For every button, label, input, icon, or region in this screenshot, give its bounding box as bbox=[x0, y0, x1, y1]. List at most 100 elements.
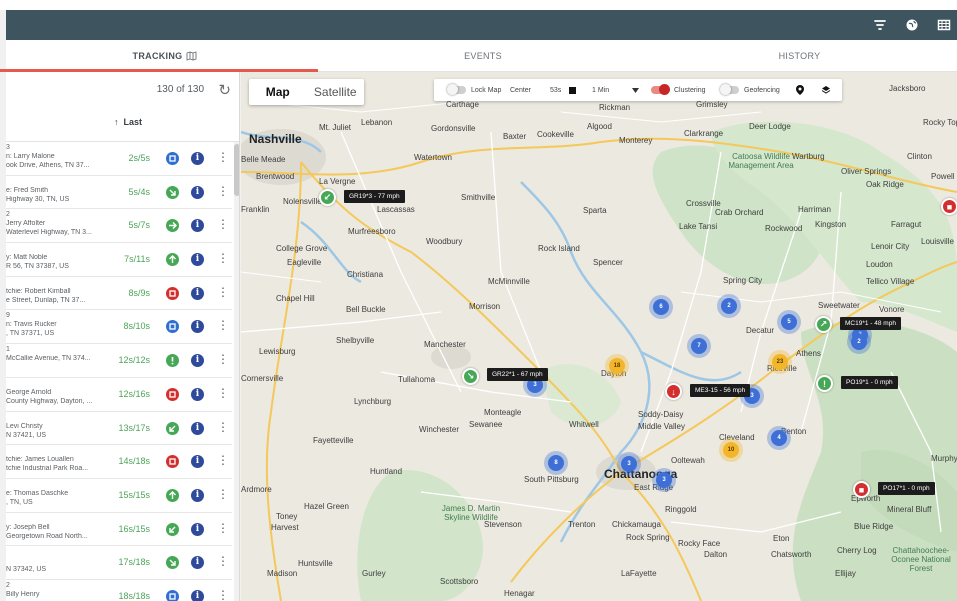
status-red-square-icon bbox=[166, 455, 179, 469]
info-icon[interactable]: i bbox=[191, 152, 204, 165]
map-cluster-marker[interactable]: 10 bbox=[723, 442, 739, 458]
grid-icon[interactable] bbox=[936, 17, 952, 33]
map-cluster-marker[interactable]: 7 bbox=[691, 338, 707, 354]
more-vertical-icon[interactable]: ⋮ bbox=[217, 521, 229, 535]
status-green-down-right-icon bbox=[166, 185, 179, 199]
vehicle-row[interactable]: 3 n: Larry Malone ook Drive, Athens, TN 37… bbox=[6, 142, 232, 176]
vehicle-address: tchie Industrial Park Roa... bbox=[6, 465, 89, 473]
more-vertical-icon[interactable]: ⋮ bbox=[217, 184, 229, 198]
vehicle-row[interactable]: tchie: Robert Kimball e Street, Dunlap, T… bbox=[6, 277, 232, 311]
map-cluster-marker[interactable]: 3 bbox=[621, 456, 637, 472]
info-icon[interactable]: i bbox=[191, 522, 204, 536]
map-place-label: Shelbyville bbox=[336, 336, 375, 345]
vehicle-row[interactable]: 2 Jerry Affolter Waterlevel Highway, TN 3.… bbox=[6, 209, 232, 244]
scrollbar-thumb[interactable] bbox=[234, 144, 239, 196]
info-icon[interactable]: i bbox=[191, 253, 204, 267]
status-green-up-icon bbox=[166, 253, 179, 267]
clustering-toggle[interactable] bbox=[651, 84, 670, 95]
vehicle-marker[interactable]: ↙ bbox=[319, 189, 336, 206]
refresh-icon[interactable]: ↻ bbox=[218, 81, 231, 99]
info-icon[interactable]: i bbox=[191, 455, 204, 469]
vehicle-row[interactable]: y: Matt Noble R 56, TN 37387, US 7s/11s i ⋮ bbox=[6, 243, 232, 277]
center-button[interactable]: Center bbox=[510, 79, 531, 101]
map-cluster-marker[interactable]: 6 bbox=[653, 299, 669, 315]
info-icon[interactable]: i bbox=[191, 354, 204, 368]
more-vertical-icon[interactable]: ⋮ bbox=[217, 318, 229, 332]
info-icon[interactable]: i bbox=[191, 219, 204, 233]
info-icon[interactable]: i bbox=[191, 589, 204, 601]
info-icon[interactable]: i bbox=[191, 387, 204, 401]
info-icon[interactable]: i bbox=[191, 286, 204, 300]
map-view[interactable]: Nashville Mt. Juliet Lebanon Carthage Gordon… bbox=[241, 72, 957, 601]
more-vertical-icon[interactable]: ⋮ bbox=[217, 588, 229, 601]
vehicle-row[interactable]: e: Thomas Daschke, TN, US 15s/15s i ⋮ bbox=[6, 479, 232, 513]
vehicle-marker[interactable]: ! bbox=[816, 375, 833, 392]
vehicle-id: 1 bbox=[6, 346, 10, 354]
map-place-label: Lewisburg bbox=[259, 347, 296, 356]
map-cluster-marker[interactable]: 2 bbox=[851, 334, 867, 350]
map-type-satellite-button[interactable]: Satellite bbox=[307, 79, 365, 105]
vehicle-marker[interactable]: ↓ bbox=[665, 383, 682, 400]
filter-icon[interactable] bbox=[872, 17, 888, 33]
vehicle-row[interactable]: y: Joseph Bell Georgetown Road North... 16… bbox=[6, 513, 232, 547]
map-cluster-marker[interactable]: 2 bbox=[721, 298, 737, 314]
vehicle-marker[interactable]: ■ bbox=[941, 198, 957, 215]
sort-header-last[interactable]: ↑ Last bbox=[114, 117, 142, 127]
vehicle-row[interactable]: e: Fred Smith Highway 30, TN, US 5s/4s i ⋮ bbox=[6, 176, 232, 210]
vehicle-row[interactable]: tchie: James Louallen tchie Industrial Pa… bbox=[6, 445, 232, 479]
vehicle-address: N 37421, US bbox=[6, 431, 47, 439]
vehicle-row[interactable]: 1 McCallie Avenue, TN 374... 12s/12s i ⋮ bbox=[6, 344, 232, 378]
vehicle-row[interactable]: N 37342, US 17s/18s i ⋮ bbox=[6, 546, 232, 580]
tab-tracking[interactable]: TRACKING bbox=[6, 40, 324, 72]
more-vertical-icon[interactable]: ⋮ bbox=[217, 217, 229, 231]
more-vertical-icon[interactable]: ⋮ bbox=[217, 251, 229, 265]
vehicle-row[interactable]: George Arnold County Highway, Dayton, ...… bbox=[6, 378, 232, 412]
map-place-label: Chickamauga bbox=[612, 520, 661, 529]
map-cluster-marker[interactable]: 4 bbox=[771, 430, 787, 446]
map-place-label: Oliver Springs bbox=[841, 167, 892, 176]
interval-select[interactable]: 1 Min bbox=[592, 79, 609, 101]
map-place-label: Lebanon bbox=[361, 118, 393, 127]
more-vertical-icon[interactable]: ⋮ bbox=[217, 554, 229, 568]
vehicle-row[interactable]: Levi Christy N 37421, US 13s/17s i ⋮ bbox=[6, 412, 232, 446]
map-place-label: Fayetteville bbox=[313, 436, 354, 445]
more-vertical-icon[interactable]: ⋮ bbox=[217, 420, 229, 434]
info-icon[interactable]: i bbox=[191, 320, 204, 334]
more-vertical-icon[interactable]: ⋮ bbox=[217, 386, 229, 400]
vehicle-row[interactable]: 9 n: Travis Rucker, TN 37371, US 8s/10s i ⋮ bbox=[6, 310, 232, 345]
map-place-label: Rock Spring bbox=[626, 533, 670, 542]
chevron-down-icon[interactable] bbox=[632, 79, 639, 101]
list-scrollbar[interactable] bbox=[234, 142, 239, 601]
tab-bar: TRACKING EVENTS HISTORY bbox=[6, 40, 957, 72]
more-vertical-icon[interactable]: ⋮ bbox=[217, 487, 229, 501]
vehicle-marker[interactable]: ↗ bbox=[815, 316, 832, 333]
map-cluster-marker[interactable]: 18 bbox=[609, 358, 625, 374]
more-vertical-icon[interactable]: ⋮ bbox=[217, 285, 229, 299]
more-vertical-icon[interactable]: ⋮ bbox=[217, 453, 229, 467]
info-icon[interactable]: i bbox=[191, 421, 204, 435]
globe-icon[interactable] bbox=[904, 17, 920, 33]
more-vertical-icon[interactable]: ⋮ bbox=[217, 352, 229, 366]
info-icon[interactable]: i bbox=[191, 556, 204, 570]
map-place-label: Crab Orchard bbox=[715, 208, 764, 217]
map-cluster-marker[interactable]: 8 bbox=[548, 455, 564, 471]
map-place-label: Wartburg bbox=[792, 152, 825, 161]
map-place-label: Eton bbox=[773, 534, 790, 543]
info-icon[interactable]: i bbox=[191, 488, 204, 502]
tab-history[interactable]: HISTORY bbox=[642, 40, 957, 72]
layers-icon[interactable] bbox=[821, 79, 831, 101]
vehicle-marker[interactable]: ■ bbox=[853, 481, 870, 498]
map-cluster-marker[interactable]: 23 bbox=[772, 354, 788, 370]
map-type-map-button[interactable]: Map bbox=[249, 79, 307, 105]
tab-events[interactable]: EVENTS bbox=[324, 40, 642, 72]
info-icon[interactable]: i bbox=[191, 185, 204, 199]
more-vertical-icon[interactable]: ⋮ bbox=[217, 150, 229, 164]
geofencing-toggle[interactable] bbox=[720, 84, 739, 95]
map-cluster-marker[interactable]: 5 bbox=[781, 314, 797, 330]
vehicle-marker[interactable]: ↘ bbox=[462, 368, 479, 385]
location-pin-icon[interactable] bbox=[796, 79, 804, 101]
vehicle-row[interactable]: 2 Billy Henry 18s/18s i ⋮ bbox=[6, 580, 232, 601]
stop-icon[interactable] bbox=[569, 79, 576, 101]
map-cluster-marker[interactable]: 3 bbox=[656, 472, 672, 488]
lock-map-toggle[interactable] bbox=[447, 84, 466, 95]
